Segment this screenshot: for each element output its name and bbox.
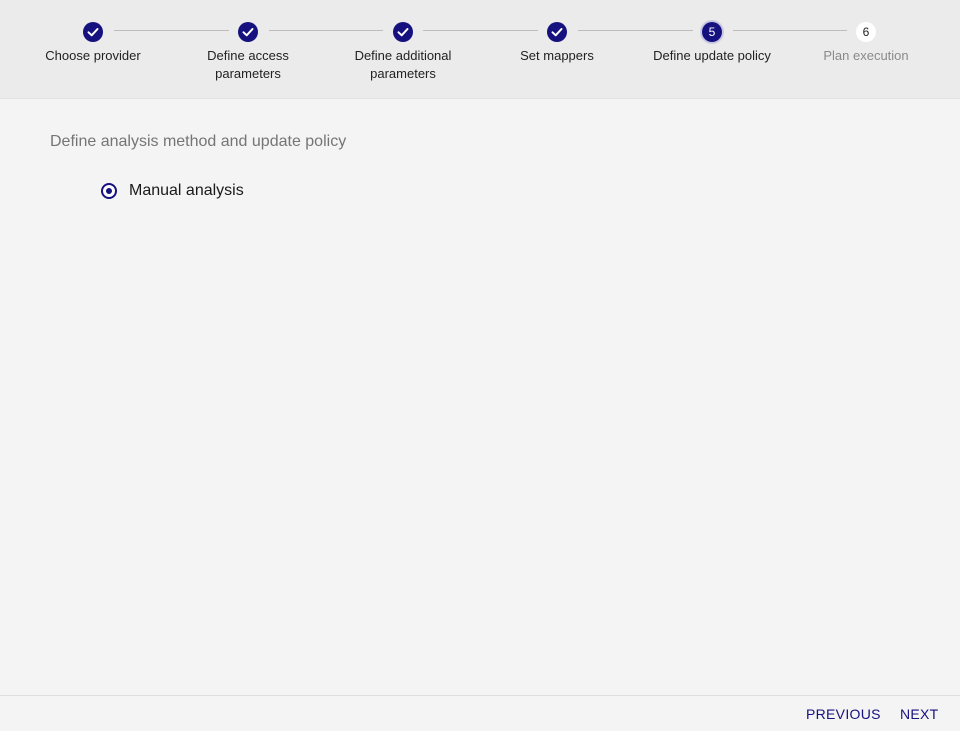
step-set-mappers[interactable]: Set mappers	[487, 22, 627, 65]
footer-divider	[0, 695, 960, 696]
step-label: Choose provider	[45, 48, 141, 63]
step-choose-provider[interactable]: Choose provider	[23, 22, 163, 65]
next-button[interactable]: NEXT	[900, 706, 939, 722]
step-label: Set mappers	[520, 48, 594, 63]
step-number-badge: 6	[856, 22, 876, 42]
step-label: Define update policy	[653, 48, 771, 63]
step-label: Define access parameters	[207, 48, 289, 81]
wizard-stepper: Choose provider Define access parameters…	[0, 0, 960, 99]
step-number-badge: 5	[702, 22, 722, 42]
previous-button[interactable]: PREVIOUS	[806, 706, 881, 722]
step-plan-execution[interactable]: 6 Plan execution	[796, 22, 936, 65]
radio-selected-icon[interactable]	[101, 183, 117, 199]
manual-analysis-radio[interactable]: Manual analysis	[100, 182, 244, 200]
section-title: Define analysis method and update policy	[50, 133, 347, 150]
step-define-additional-parameters[interactable]: Define additional parameters	[333, 22, 473, 83]
check-icon	[238, 22, 258, 42]
check-icon	[393, 22, 413, 42]
step-label: Plan execution	[823, 48, 909, 63]
check-icon	[83, 22, 103, 42]
step-define-access-parameters[interactable]: Define access parameters	[178, 22, 318, 83]
check-icon	[547, 22, 567, 42]
radio-label[interactable]: Manual analysis	[129, 182, 244, 200]
step-define-update-policy[interactable]: 5 Define update policy	[642, 22, 782, 65]
radio-dot	[106, 188, 112, 194]
step-label: Define additional parameters	[354, 48, 452, 81]
